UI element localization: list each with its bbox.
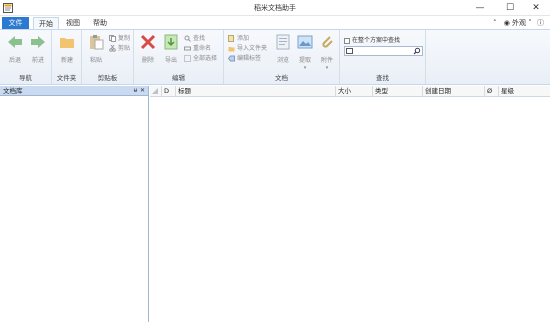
appearance-menu[interactable]: 外观	[512, 19, 526, 27]
tag-icon	[228, 55, 235, 62]
attach-dropdown-icon[interactable]: ▾	[316, 65, 338, 71]
cut-button[interactable]: 剪贴	[109, 44, 130, 53]
title-bar: 稻米文档助手 — ☐ ✕	[0, 0, 550, 16]
copy-icon	[109, 35, 116, 42]
close-button[interactable]: ✕	[522, 0, 550, 16]
forward-button[interactable]: 前进	[27, 33, 49, 64]
add-button[interactable]: 添加	[228, 34, 249, 43]
folder-icon	[60, 38, 74, 48]
extract-image-icon	[297, 35, 313, 49]
chevron-down-icon[interactable]: ˅	[528, 19, 532, 27]
group-document: 添加 导入文件夹 编辑标签 浏览 提取 ▾ 附件 ▾ 文档	[224, 30, 340, 84]
select-all-button[interactable]: 全部选择	[184, 54, 217, 63]
group-navigation: 后退 前进 导航	[0, 30, 52, 84]
back-button[interactable]: 后退	[4, 33, 26, 64]
ribbon-tabs: 文件 开始 视图 帮助 ˄ ◉ 外观 ˅ ⓘ	[0, 16, 550, 30]
export-button[interactable]: 导出	[160, 33, 182, 64]
close-icon[interactable]: ✕	[140, 86, 145, 96]
library-panel-header: 文档库 ᵾ ✕	[0, 86, 148, 96]
add-document-icon	[228, 35, 234, 42]
column-header-title[interactable]: 标题	[176, 86, 336, 97]
grid-corner[interactable]	[150, 86, 162, 97]
group-label-edit: 编辑	[172, 74, 185, 82]
checkbox-icon[interactable]	[344, 37, 350, 44]
grid-header: D 标题 大小 类型 创建日期 Ø 星级	[150, 86, 550, 97]
minimize-button[interactable]: —	[466, 0, 494, 16]
group-label-search: 查找	[376, 74, 389, 82]
search-icon[interactable]	[413, 47, 421, 55]
group-edit: 删除 导出 查找 重命名 全部选择 编辑	[134, 30, 224, 84]
search-scope-icon	[346, 48, 353, 54]
group-label-folder: 文件夹	[56, 74, 77, 82]
chevron-up-icon[interactable]: ˄	[493, 19, 497, 27]
arrow-right-icon	[31, 36, 45, 48]
group-clipboard: 粘贴 复制 剪贴 剪贴板	[82, 30, 134, 84]
column-header-attachment[interactable]: Ø	[485, 86, 499, 97]
edit-tags-button[interactable]: 编辑标签	[228, 54, 261, 63]
group-label-clipboard: 剪贴板	[97, 74, 118, 82]
library-panel: 文档库 ᵾ ✕	[0, 86, 149, 322]
extract-button[interactable]: 提取 ▾	[294, 33, 316, 71]
maximize-button[interactable]: ☐	[496, 0, 524, 16]
extract-dropdown-icon[interactable]: ▾	[294, 65, 316, 71]
delete-button[interactable]: 删除	[137, 33, 159, 64]
column-header-doc-type[interactable]: D	[162, 86, 176, 97]
search-input[interactable]	[355, 47, 411, 55]
column-header-type[interactable]: 类型	[373, 86, 423, 97]
info-icon[interactable]: ⓘ	[537, 19, 544, 27]
paste-icon	[90, 35, 104, 50]
search-icon	[184, 35, 191, 42]
ribbon: 后退 前进 导航 新建 文件夹 粘贴 复制 剪贴 剪贴板 删除 导出 查找 重命…	[0, 29, 550, 85]
paste-button[interactable]: 粘贴	[85, 33, 107, 64]
browse-button[interactable]: 浏览	[272, 33, 294, 64]
import-folder-icon	[228, 47, 235, 52]
export-icon	[164, 34, 178, 50]
library-panel-title: 文档库	[3, 87, 23, 95]
document-grid: D 标题 大小 类型 创建日期 Ø 星级	[150, 86, 550, 322]
select-all-corner-icon	[152, 88, 158, 94]
search-box[interactable]	[344, 46, 423, 56]
browse-document-icon	[276, 34, 290, 50]
group-folder: 新建 文件夹	[52, 30, 82, 84]
search-scope-checkbox[interactable]: 在整个方案中查找	[344, 35, 400, 44]
column-header-rating[interactable]: 星级	[499, 86, 550, 97]
column-header-created-date[interactable]: 创建日期	[423, 86, 485, 97]
group-label-document: 文档	[275, 74, 288, 82]
group-label-navigation: 导航	[19, 74, 32, 82]
rename-icon	[184, 46, 191, 51]
import-folder-button[interactable]: 导入文件夹	[228, 44, 267, 53]
paperclip-icon	[322, 36, 333, 48]
pin-icon[interactable]: ᵾ	[134, 86, 137, 96]
attach-button[interactable]: 附件 ▾	[316, 33, 338, 71]
palette-icon[interactable]: ◉	[504, 19, 510, 27]
new-folder-button[interactable]: 新建	[56, 33, 78, 64]
select-all-icon	[184, 55, 191, 62]
copy-button[interactable]: 复制	[109, 34, 130, 43]
delete-x-icon	[140, 34, 156, 50]
scissors-icon	[109, 45, 116, 52]
rename-button[interactable]: 重命名	[184, 44, 211, 53]
column-header-size[interactable]: 大小	[336, 86, 373, 97]
find-button[interactable]: 查找	[184, 34, 205, 43]
arrow-left-icon	[8, 36, 22, 48]
